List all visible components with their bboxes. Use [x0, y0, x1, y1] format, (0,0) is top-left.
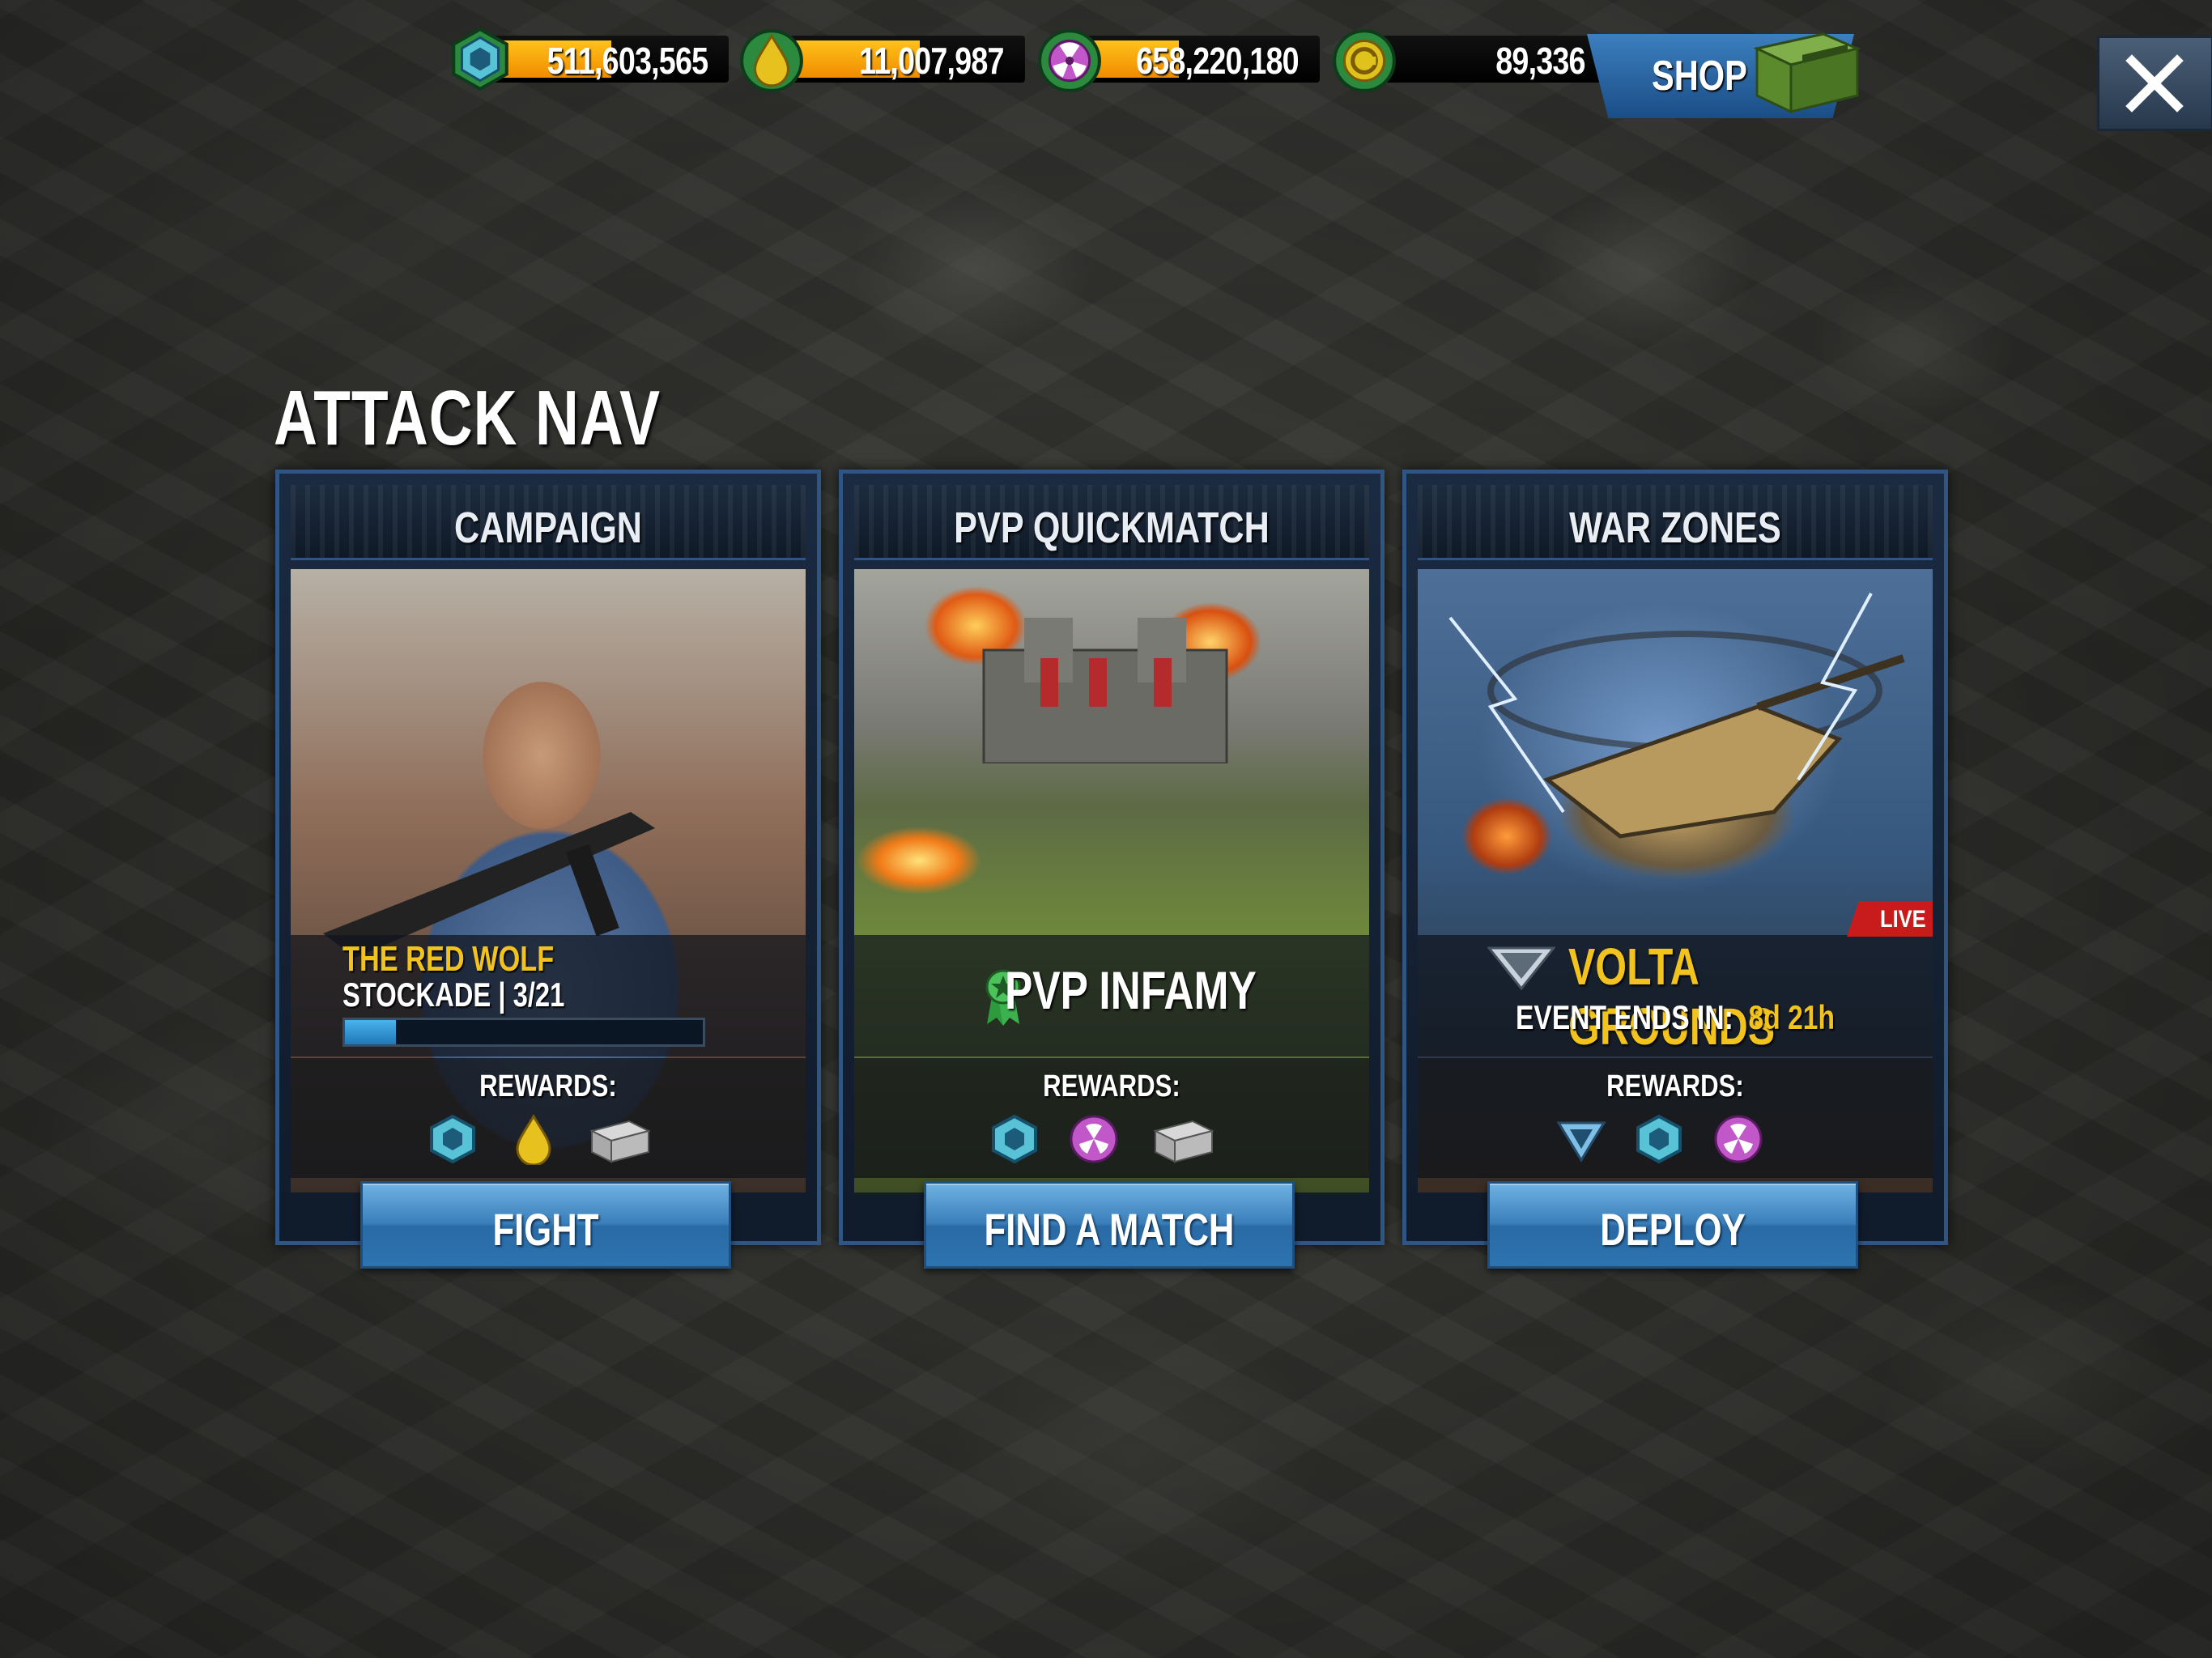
campaign-card[interactable]: CAMPAIGN THE RED WOLF STOCKADE | 3/21 RE…: [275, 470, 821, 1269]
campaign-name: THE RED WOLF: [342, 939, 555, 979]
deploy-label: DEPLOY: [1600, 1204, 1746, 1255]
oil-drop-icon: [740, 29, 803, 92]
supply-crate-icon: [1153, 1120, 1214, 1163]
war-zone-emblem-icon: [1487, 946, 1555, 991]
uranium-icon: [1038, 29, 1101, 92]
uranium-value: 658,220,180: [1136, 40, 1300, 82]
rewards-label: REWARDS:: [1043, 1069, 1180, 1103]
pvp-title: PVP INFAMY: [1004, 960, 1257, 1020]
oil-drop-icon: [516, 1114, 551, 1165]
close-button[interactable]: [2097, 36, 2212, 131]
gold-coin-icon: [1333, 29, 1396, 92]
hex-alloy-icon: [430, 1114, 475, 1164]
card-header: WAR ZONES: [1418, 485, 1933, 560]
gold-counter: 89,336: [1380, 36, 1606, 83]
rewards-label: REWARDS:: [1606, 1069, 1744, 1103]
alloy-value: 511,603,565: [547, 40, 708, 82]
rewards-label: REWARDS:: [479, 1069, 617, 1103]
war-zones-card[interactable]: WAR ZONES LIVE VOLTA GROUNDS EVENT ENDS …: [1402, 470, 1948, 1269]
alloy-counter: 511,603,565: [494, 36, 729, 83]
hex-alloy-icon: [1636, 1114, 1682, 1164]
event-ends-label: EVENT ENDS IN:: [1516, 998, 1733, 1036]
gold-value: 89,336: [1495, 40, 1586, 82]
war-zone-name: VOLTA GROUNDS: [1568, 937, 1776, 1056]
war-token-icon: [1556, 1121, 1606, 1163]
campaign-header: CAMPAIGN: [454, 504, 642, 552]
find-match-label: FIND A MATCH: [984, 1204, 1235, 1255]
oil-counter: 11,007,987: [790, 36, 1025, 83]
supply-crate-icon: [1753, 32, 1861, 114]
find-match-button[interactable]: FIND A MATCH: [924, 1181, 1295, 1269]
supply-crate-icon: [589, 1120, 651, 1163]
campaign-rewards: REWARDS:: [291, 1058, 806, 1178]
pvp-card[interactable]: PVP QUICKMATCH PVP INFAMY REWARDS: FIND …: [839, 470, 1385, 1269]
card-header: CAMPAIGN: [291, 485, 806, 560]
uranium-counter: 658,220,180: [1085, 36, 1320, 83]
uranium-icon: [1714, 1115, 1763, 1163]
oil-value: 11,007,987: [859, 40, 1004, 82]
page-title: ATTACK NAV: [274, 375, 661, 461]
event-ends-time: 8d 21h: [1748, 998, 1835, 1036]
resource-bar: 511,603,565 11,007,987 658,220,180 89,33…: [0, 16, 2212, 131]
uranium-icon: [1070, 1115, 1118, 1163]
live-badge-label: LIVE: [1880, 906, 1926, 933]
deploy-button[interactable]: DEPLOY: [1487, 1181, 1858, 1269]
shop-label: SHOP: [1652, 53, 1747, 100]
fight-label: FIGHT: [492, 1204, 599, 1255]
hex-alloy-icon: [992, 1114, 1037, 1164]
pvp-rewards: REWARDS:: [854, 1058, 1369, 1178]
fight-button[interactable]: FIGHT: [360, 1181, 731, 1269]
campaign-progress-bar: [342, 1018, 705, 1047]
hex-alloy-icon: [452, 27, 508, 91]
war-zones-rewards: REWARDS:: [1418, 1058, 1933, 1178]
fortress-illustration: [982, 618, 1228, 763]
event-timer: EVENT ENDS IN: 8d 21h: [1460, 998, 1890, 1037]
helicopter-illustration: [1448, 593, 1905, 839]
campaign-progress-text: STOCKADE | 3/21: [342, 976, 565, 1014]
war-zones-header: WAR ZONES: [1569, 504, 1781, 552]
pvp-header: PVP QUICKMATCH: [954, 504, 1270, 552]
card-header: PVP QUICKMATCH: [854, 485, 1369, 560]
close-icon: [2125, 54, 2184, 113]
